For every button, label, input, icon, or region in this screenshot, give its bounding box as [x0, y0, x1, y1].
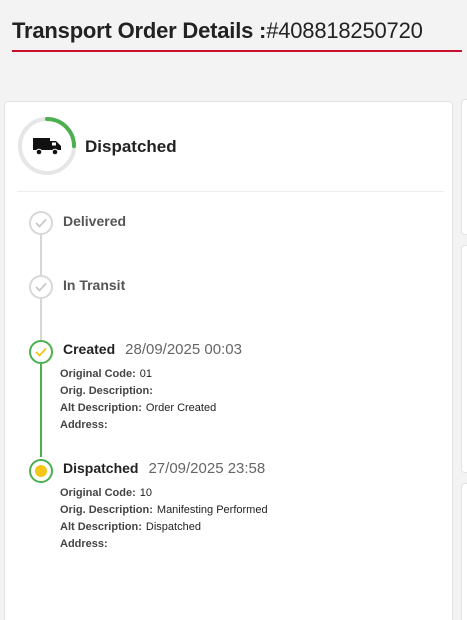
step-date: 28/09/2025 00:03 [125, 341, 242, 358]
step-label: Dispatched [63, 460, 139, 476]
side-panel-card [461, 99, 467, 235]
detail-original-code: Original Code: 01 [60, 368, 152, 380]
detail-value: Manifesting Performed [156, 504, 268, 516]
step-pending-icon [29, 275, 53, 299]
page-header: Transport Order Details :#408818250720 [12, 18, 467, 54]
detail-key: Original Code: [60, 368, 136, 380]
detail-original-code: Original Code: 10 [60, 487, 152, 499]
step-title-in-transit: In Transit [63, 277, 126, 293]
detail-value: 10 [139, 487, 153, 499]
side-panel-card [461, 245, 467, 473]
page-title: Transport Order Details :#408818250720 [12, 18, 467, 44]
step-date: 27/09/2025 23:58 [148, 460, 266, 477]
tracking-card: Dispatched Delivered In Transit Created 2… [4, 101, 453, 620]
current-indicator-dot [35, 465, 47, 477]
detail-alt-description: Alt Description: Dispatched [60, 521, 201, 533]
detail-key: Address: [60, 538, 108, 550]
detail-key: Address: [60, 419, 108, 431]
timeline-connector [40, 299, 42, 340]
step-title-dispatched: Dispatched 27/09/2025 23:58 [63, 460, 265, 477]
detail-address: Address: [60, 538, 112, 550]
step-label: Created [63, 341, 116, 357]
detail-key: Orig. Description: [60, 385, 153, 397]
detail-orig-description: Orig. Description: [60, 385, 157, 397]
detail-key: Original Code: [60, 487, 136, 499]
side-panel-card [461, 483, 467, 620]
step-current-icon [29, 459, 53, 483]
detail-alt-description: Alt Description: Order Created [60, 402, 216, 414]
detail-address: Address: [60, 419, 112, 431]
title-prefix: Transport Order Details : [12, 18, 267, 43]
step-title-delivered: Delivered [63, 213, 127, 229]
detail-key: Orig. Description: [60, 504, 153, 516]
title-underline [12, 50, 462, 52]
step-pending-icon [29, 211, 53, 235]
detail-key: Alt Description: [60, 521, 142, 533]
detail-value: Order Created [145, 402, 217, 414]
timeline-connector [40, 235, 42, 275]
page: Transport Order Details :#408818250720 D… [0, 0, 467, 620]
detail-value: Dispatched [145, 521, 201, 533]
status-timeline: Delivered In Transit Created 28/09/2025 0… [5, 102, 452, 620]
detail-value: 01 [139, 368, 153, 380]
timeline-connector [40, 364, 42, 457]
order-number: #408818250720 [266, 18, 423, 43]
detail-key: Alt Description: [60, 402, 142, 414]
detail-orig-description: Orig. Description: Manifesting Performed [60, 504, 268, 516]
step-done-check-icon [29, 340, 53, 364]
step-title-created: Created 28/09/2025 00:03 [63, 341, 242, 358]
